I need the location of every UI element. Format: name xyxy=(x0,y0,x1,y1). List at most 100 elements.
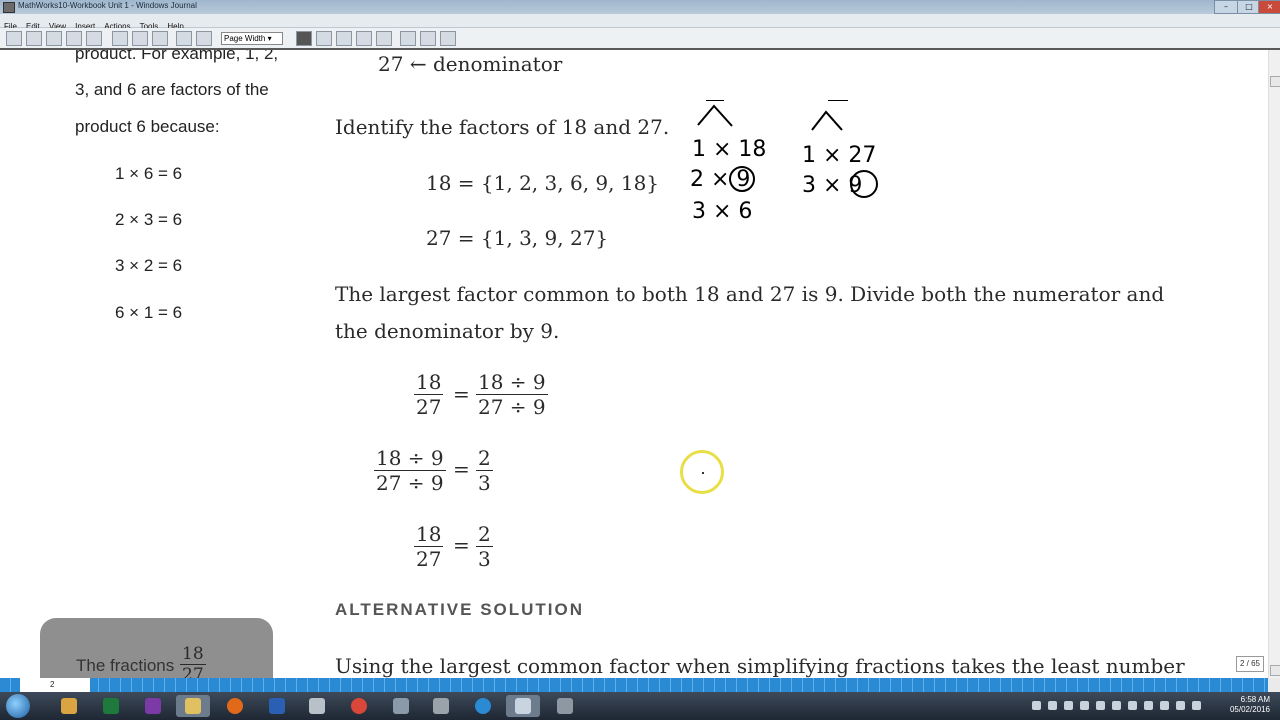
denominator-value: 27 xyxy=(378,52,404,76)
save-icon[interactable] xyxy=(46,31,62,46)
open-icon[interactable] xyxy=(26,31,42,46)
page-strip[interactable]: 2 xyxy=(0,678,1268,692)
windows-journal-taskbar-icon[interactable] xyxy=(506,695,540,717)
tray-icon[interactable] xyxy=(1128,701,1137,710)
close-button[interactable]: × xyxy=(1258,0,1280,14)
app-icon xyxy=(3,2,15,13)
clock[interactable]: 6:58 AM 05/02/2016 xyxy=(1230,695,1270,715)
paste-icon[interactable] xyxy=(152,31,168,46)
current-page-tab[interactable]: 2 xyxy=(20,678,90,692)
tray-icon[interactable] xyxy=(1096,701,1105,710)
largest-factor-line-1: The largest factor common to both 18 and… xyxy=(335,282,1165,306)
toolbar: Page Width ▾ xyxy=(0,28,1280,50)
page-strip-end xyxy=(1268,678,1280,692)
fraction: 18 ÷ 9 27 ÷ 9 xyxy=(374,446,446,495)
denominator: 27 xyxy=(416,395,442,419)
handwriting-left-line-3: 3 × 6 xyxy=(692,199,752,224)
new-note-icon[interactable] xyxy=(6,31,22,46)
factor-set-18: 18 = {1, 2, 3, 6, 9, 18} xyxy=(426,171,660,195)
cut-icon[interactable] xyxy=(112,31,128,46)
handwriting-right-line-1: 1 × 27 xyxy=(802,143,876,168)
callout-text: The fractions xyxy=(76,656,175,675)
numerator: 18 ÷ 9 xyxy=(476,370,548,395)
fraction: 18 27 xyxy=(414,370,444,419)
hand-icon[interactable] xyxy=(420,31,436,46)
alternative-solution-text: Using the largest common factor when sim… xyxy=(335,654,1185,678)
internet-explorer-taskbar-icon[interactable] xyxy=(466,695,500,717)
handwriting-left-line-1: 1 × 18 xyxy=(692,137,766,162)
minimize-button[interactable]: – xyxy=(1214,0,1238,14)
tray-icon[interactable] xyxy=(1144,701,1153,710)
undo-icon[interactable] xyxy=(176,31,192,46)
redo-icon[interactable] xyxy=(196,31,212,46)
numerator: 2 xyxy=(476,522,493,547)
eraser-icon[interactable] xyxy=(356,31,372,46)
denominator-word: denominator xyxy=(432,52,563,76)
denominator: 27 ÷ 9 xyxy=(376,471,444,495)
folder-taskbar-icon[interactable] xyxy=(176,695,210,717)
chrome-taskbar-icon[interactable] xyxy=(342,695,376,717)
denominator: 3 xyxy=(478,547,491,571)
zoom-select[interactable]: Page Width ▾ xyxy=(221,32,283,45)
insert-space-icon[interactable] xyxy=(400,31,416,46)
start-button-icon[interactable] xyxy=(6,694,30,718)
scroll-up-icon[interactable] xyxy=(1270,76,1280,87)
arrow-left-icon: ← xyxy=(409,52,427,76)
journal-page[interactable]: product. For example, 1, 2, 3, and 6 are… xyxy=(0,50,1268,678)
fraction: 18 27 xyxy=(414,522,444,571)
sidebar-equation: 2 × 3 = 6 xyxy=(115,210,183,229)
print-icon[interactable] xyxy=(66,31,82,46)
scroll-down-icon[interactable] xyxy=(1270,665,1280,676)
largest-factor-line-2: the denominator by 9. xyxy=(335,319,560,343)
firefox-taskbar-icon[interactable] xyxy=(218,695,252,717)
tray-icon[interactable] xyxy=(1080,701,1089,710)
tray-icon[interactable] xyxy=(1112,701,1121,710)
pen-cursor xyxy=(680,450,724,494)
numerator: 2 xyxy=(476,446,493,471)
paint-taskbar-icon[interactable] xyxy=(384,695,418,717)
fraction: 2 3 xyxy=(476,522,493,571)
tree-branch-left xyxy=(697,104,733,127)
sidebar-line-2: 3, and 6 are factors of the xyxy=(75,80,269,99)
denominator: 27 xyxy=(182,665,204,678)
sidebar-line-1: product. For example, 1, 2, xyxy=(75,50,279,63)
printer-taskbar-icon[interactable] xyxy=(424,695,458,717)
excel-taskbar-icon[interactable] xyxy=(94,695,128,717)
denominator: 3 xyxy=(478,471,491,495)
equals-sign: = xyxy=(453,533,470,557)
winrar-taskbar-icon[interactable] xyxy=(136,695,170,717)
sidebar-equation: 3 × 2 = 6 xyxy=(115,256,183,275)
denominator-label: 27 ← denominator xyxy=(378,52,562,76)
callout-fraction: 18 27 xyxy=(180,644,206,678)
clock-date: 05/02/2016 xyxy=(1229,705,1270,714)
numerator: 18 xyxy=(414,522,444,547)
equals-sign: = xyxy=(453,382,470,406)
calculator-taskbar-icon[interactable] xyxy=(300,695,334,717)
callout-box: The fractions 18 27 xyxy=(40,618,273,678)
copy-icon[interactable] xyxy=(132,31,148,46)
flag-icon[interactable] xyxy=(1160,701,1169,710)
alternative-solution-heading: ALTERNATIVE SOLUTION xyxy=(335,600,585,619)
tray-icon[interactable] xyxy=(1064,701,1073,710)
volume-icon[interactable] xyxy=(1192,701,1201,710)
selection-icon[interactable] xyxy=(376,31,392,46)
tray-icon[interactable] xyxy=(1032,701,1041,710)
highlighter-icon[interactable] xyxy=(336,31,352,46)
clock-time: 6:58 AM xyxy=(1240,695,1270,704)
pen-icon[interactable] xyxy=(296,31,312,46)
network-icon[interactable] xyxy=(1176,701,1185,710)
system-tray: 6:58 AM 05/02/2016 xyxy=(1026,692,1276,720)
flag-icon[interactable] xyxy=(440,31,456,46)
vertical-scrollbar[interactable] xyxy=(1268,50,1280,678)
denominator: 27 ÷ 9 xyxy=(478,395,546,419)
disk-taskbar-icon[interactable] xyxy=(548,695,582,717)
zoom-value: Page Width xyxy=(224,34,266,43)
find-icon[interactable] xyxy=(86,31,102,46)
window-title: MathWorks10-Workbook Unit 1 - Windows Jo… xyxy=(18,1,197,10)
pen-color-icon[interactable] xyxy=(316,31,332,46)
tray-icon[interactable] xyxy=(1048,701,1057,710)
word-taskbar-icon[interactable] xyxy=(260,695,294,717)
sidebar-line-3: product 6 because: xyxy=(75,117,220,136)
file-explorer-taskbar-icon[interactable] xyxy=(52,695,86,717)
sidebar-equation: 6 × 1 = 6 xyxy=(115,303,183,322)
